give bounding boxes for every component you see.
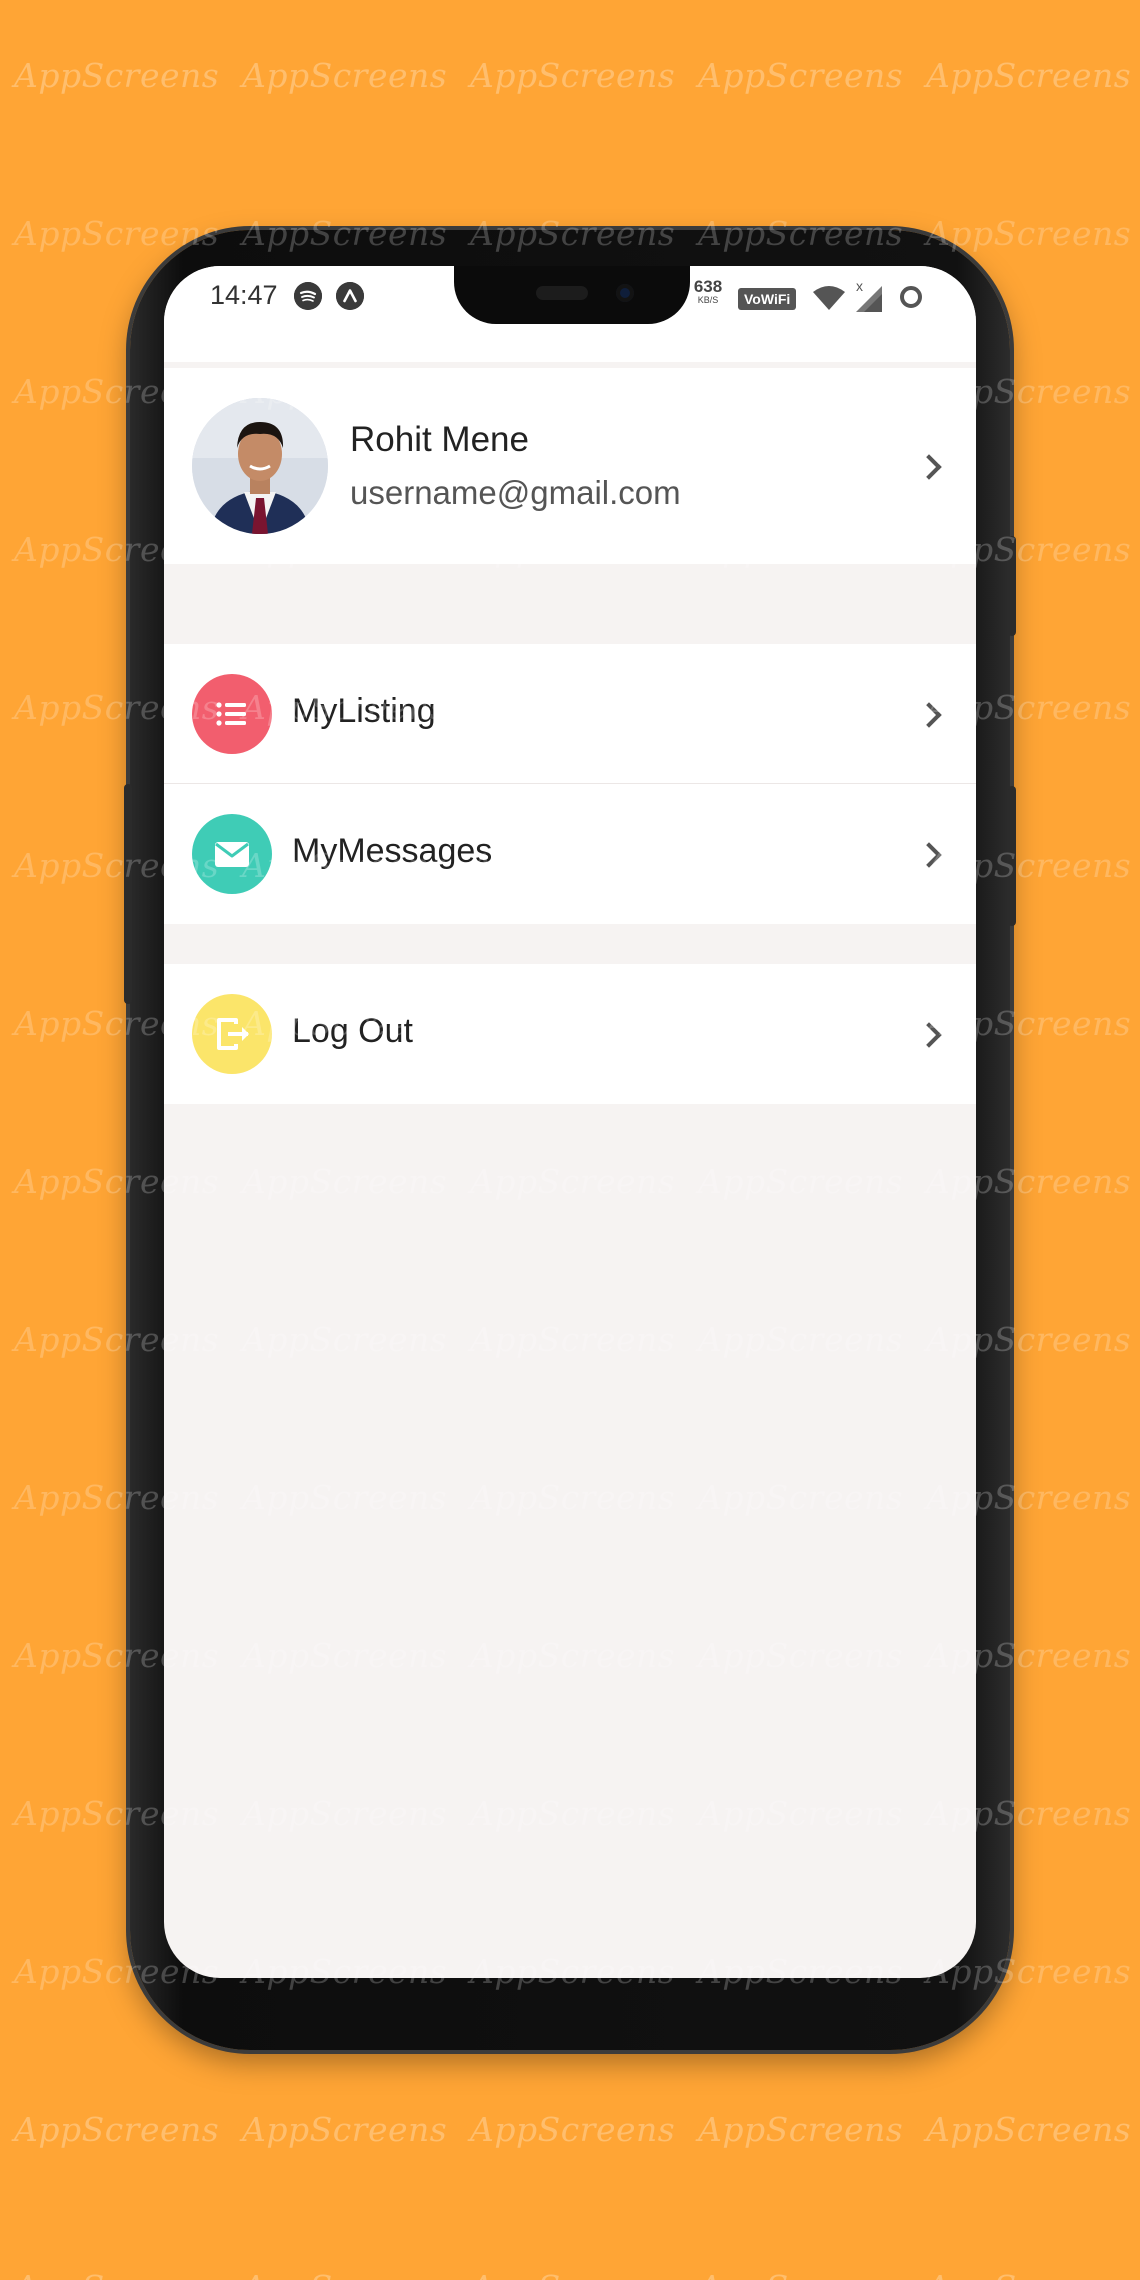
watermark-text: AppScreens xyxy=(698,2268,903,2280)
network-speed: 638 KB/S xyxy=(690,278,726,305)
status-bar: 14:47 638 KB/S VoWiFi x xyxy=(164,266,976,362)
logout-icon xyxy=(192,994,272,1074)
chevron-right-icon xyxy=(916,702,942,728)
avatar xyxy=(192,398,328,534)
app-notification-icon xyxy=(336,282,364,310)
watermark-text: AppScreens xyxy=(242,2268,447,2280)
menu-group-account: Log Out xyxy=(164,964,976,1104)
network-speed-value: 638 xyxy=(693,277,723,296)
watermark-text: AppScreens xyxy=(926,56,1132,95)
watermark-text: AppScreens xyxy=(14,2110,220,2149)
profile-email: username@gmail.com xyxy=(350,474,681,511)
watermark-text: AppScreens xyxy=(698,56,904,95)
mockup-stage: AppScreens AppScreens AppScreens AppScreens… xyxy=(0,0,1140,2280)
profile-name: Rohit Mene xyxy=(350,420,529,459)
watermark-text: AppScreens xyxy=(926,2268,1131,2280)
earpiece-speaker xyxy=(536,286,588,300)
watermark-text: AppScreens xyxy=(242,2110,448,2149)
watermark-text: AppScreens xyxy=(926,2110,1132,2149)
watermark-text: AppScreens xyxy=(470,2110,676,2149)
watermark-text: AppScreens xyxy=(470,2268,675,2280)
menu-item-label: MyMessages xyxy=(292,832,493,870)
cell-signal-icon xyxy=(856,286,884,317)
front-camera xyxy=(616,284,634,302)
volume-button xyxy=(124,784,132,1004)
watermark-text: AppScreens xyxy=(698,2110,904,2149)
network-speed-unit: KB/S xyxy=(697,295,719,305)
spotify-icon xyxy=(294,282,322,310)
menu-group-main: MyListing MyMessages xyxy=(164,644,976,924)
menu-item-label: Log Out xyxy=(292,1012,413,1050)
chevron-right-icon xyxy=(916,1022,942,1048)
vowifi-badge: VoWiFi xyxy=(738,288,797,310)
watermark-text: AppScreens xyxy=(14,2268,219,2280)
chevron-right-icon xyxy=(916,454,942,480)
menu-item-mylisting[interactable]: MyListing xyxy=(164,644,976,784)
menu-item-mymessages[interactable]: MyMessages xyxy=(164,784,976,924)
watermark-text: AppScreens xyxy=(242,56,448,95)
side-switch xyxy=(1008,536,1016,636)
power-button xyxy=(1008,786,1016,926)
watermark-text: AppScreens xyxy=(14,56,220,95)
battery-icon xyxy=(900,286,922,308)
watermark-text: AppScreens xyxy=(470,56,676,95)
chevron-right-icon xyxy=(916,842,942,868)
envelope-icon xyxy=(192,814,272,894)
status-time: 14:47 xyxy=(210,280,278,310)
menu-item-label: MyListing xyxy=(292,692,436,730)
wifi-icon xyxy=(812,284,846,317)
profile-card[interactable]: Rohit Mene username@gmail.com xyxy=(164,368,976,564)
phone-screen: 14:47 638 KB/S VoWiFi x Rohit Mene usern… xyxy=(164,266,976,1978)
watermark-text: AppScreens xyxy=(926,214,1132,253)
list-icon xyxy=(192,674,272,754)
menu-item-logout[interactable]: Log Out xyxy=(164,964,976,1104)
